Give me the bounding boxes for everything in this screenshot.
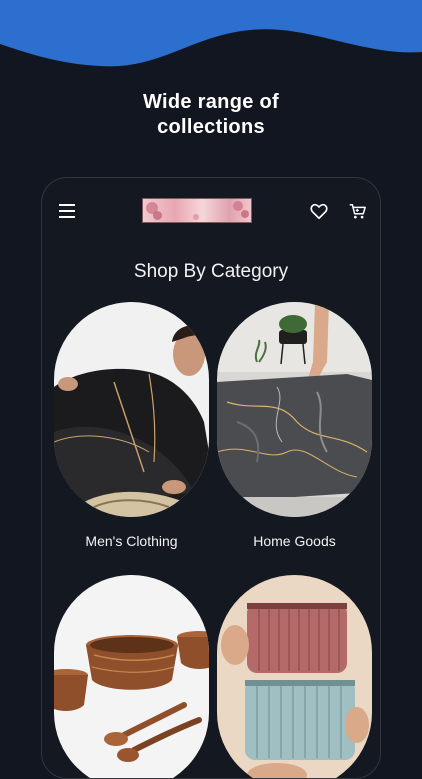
- cosmetic-bags-image: [217, 575, 372, 778]
- section-title: Shop By Category: [133, 261, 289, 282]
- category-card-home-goods[interactable]: [217, 302, 372, 517]
- promo-line-2: collections: [157, 116, 265, 138]
- category-label-home-goods[interactable]: Home Goods: [217, 533, 372, 549]
- mens-clothing-image: [54, 302, 209, 517]
- wooden-bowls-image: [54, 575, 209, 778]
- header-wave: [0, 0, 422, 67]
- category-card-kitchen[interactable]: [54, 575, 209, 778]
- promo-line-1: Wide range of: [143, 91, 279, 113]
- category-card-bags[interactable]: [217, 575, 372, 778]
- promo-headline: Wide range of collections: [0, 90, 422, 140]
- menu-icon[interactable]: [59, 203, 77, 219]
- phone-frame: Shop By Category Men's Clothing Home Goo…: [41, 177, 381, 779]
- heart-icon[interactable]: [310, 203, 328, 220]
- home-goods-image: [217, 302, 372, 517]
- store-logo[interactable]: [142, 198, 252, 223]
- cart-icon[interactable]: [349, 203, 367, 220]
- category-label-mens-clothing[interactable]: Men's Clothing: [54, 533, 209, 549]
- category-card-mens-clothing[interactable]: [54, 302, 209, 517]
